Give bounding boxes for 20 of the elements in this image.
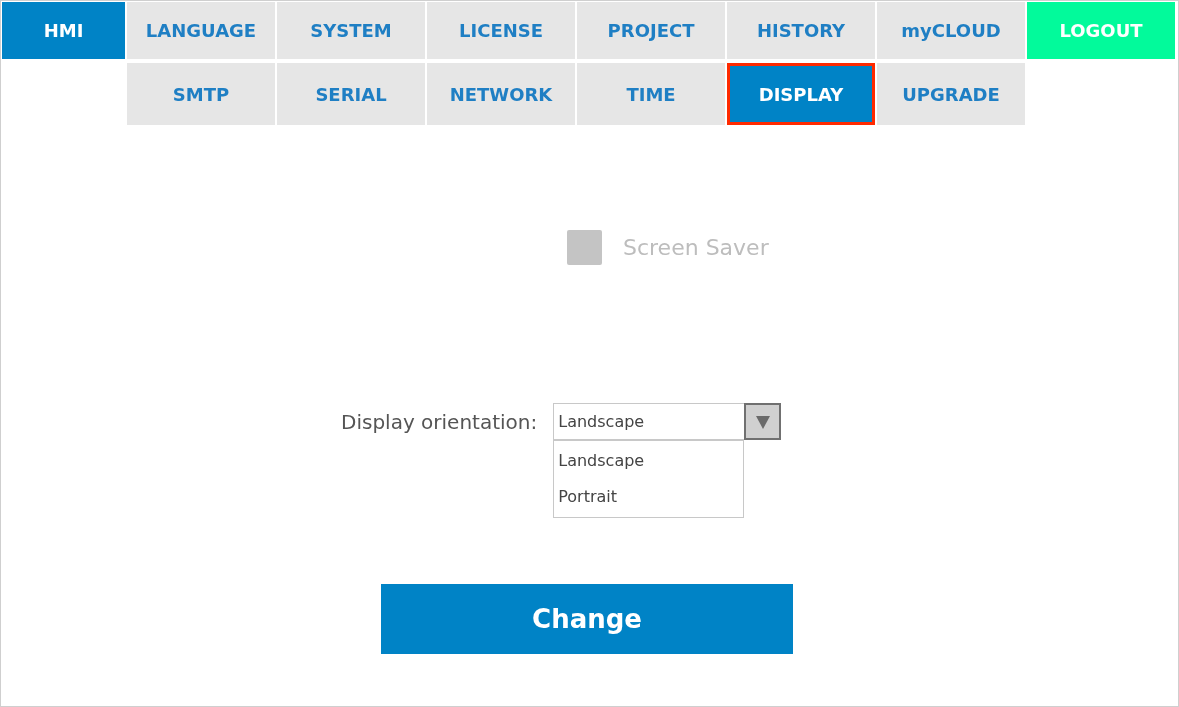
nav-tab[interactable]: LICENSE (427, 2, 575, 59)
orientation-dropdown[interactable]: Landscape (553, 403, 782, 440)
nav-tab[interactable]: PROJECT (577, 2, 725, 59)
nav-tab[interactable]: NETWORK (427, 63, 575, 125)
dropdown-option[interactable]: Portrait (554, 479, 744, 515)
nav-tab[interactable]: LANGUAGE (127, 2, 275, 59)
dropdown-value: Landscape (557, 410, 646, 433)
nav-tab[interactable]: HMI (2, 2, 125, 59)
change-button[interactable]: Change (381, 584, 793, 654)
nav-tab[interactable]: DISPLAY (727, 63, 875, 125)
orientation-label: Display orientation: (341, 408, 538, 436)
nav-tab[interactable]: UPGRADE (877, 63, 1025, 125)
nav-tab[interactable]: HISTORY (727, 2, 875, 59)
screen-saver-label: Screen Saver (623, 234, 769, 262)
dropdown-option[interactable]: Landscape (554, 443, 744, 479)
nav-tab[interactable]: TIME (577, 63, 725, 125)
nav-tab[interactable]: SYSTEM (277, 2, 425, 59)
nav-tab[interactable]: SMTP (127, 63, 275, 125)
nav-tab[interactable]: SERIAL (277, 63, 425, 125)
nav-tab[interactable]: myCLOUD (877, 2, 1025, 59)
